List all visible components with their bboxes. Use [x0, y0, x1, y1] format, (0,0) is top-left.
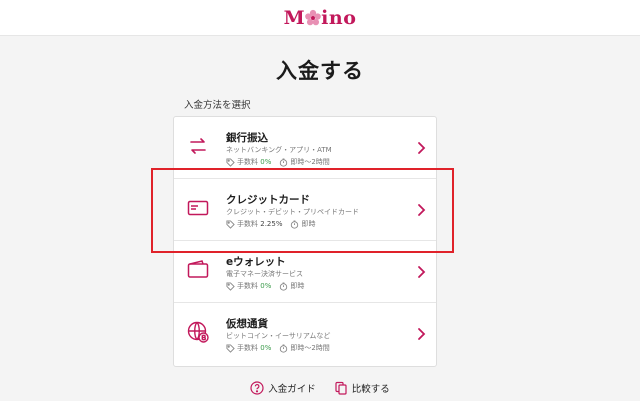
chevron-right-icon [418, 266, 426, 278]
chevron-right-icon [418, 328, 426, 340]
method-meta: 手数料 2.25% 即時 [226, 219, 315, 229]
logo[interactable]: M ino [284, 7, 357, 29]
chevron-right-icon [418, 142, 426, 154]
method-meta: 手数料 0% 即時〜2時間 [226, 157, 330, 167]
method-subtitle: 電子マネー決済サービス [226, 270, 303, 278]
sakura-logo-icon [305, 9, 321, 25]
timer-icon [280, 281, 288, 291]
method-title: 銀行振込 [226, 132, 268, 144]
help-icon [250, 381, 264, 395]
bank-transfer-icon [190, 138, 206, 154]
fee-value: 0% [260, 158, 272, 166]
method-ewallet[interactable]: eウォレット 電子マネー決済サービス 手数料 0% 即時 [174, 241, 436, 303]
deposit-guide-label: 入金ガイド [268, 384, 316, 395]
fee-label: 手数料 [237, 282, 258, 290]
method-title: eウォレット [226, 256, 286, 268]
fee-label: 手数料 [237, 220, 258, 228]
tag-icon [226, 343, 235, 353]
tag-icon [226, 281, 235, 291]
chevron-right-icon [418, 204, 426, 216]
tag-icon [226, 219, 235, 229]
method-subtitle: ネットバンキング・アプリ・ATM [226, 146, 332, 154]
time-label: 即時〜2時間 [290, 344, 330, 352]
method-title: 仮想通貨 [226, 318, 268, 330]
wallet-icon [187, 260, 209, 278]
credit-card-icon [187, 200, 209, 216]
fee-value: 2.25% [260, 220, 283, 228]
timer-icon [280, 343, 288, 353]
method-subtitle: クレジット・デビット・プリペイドカード [226, 208, 359, 216]
compare-icon [335, 381, 347, 395]
fee-value: 0% [260, 282, 272, 290]
payment-method-list: 銀行振込 ネットバンキング・アプリ・ATM 手数料 0% 即時〜2時間 クレジッ… [173, 116, 437, 367]
crypto-icon [187, 321, 209, 343]
time-label: 即時〜2時間 [290, 158, 330, 166]
fee-value: 0% [260, 344, 272, 352]
timer-icon [291, 219, 299, 229]
fee-label: 手数料 [237, 158, 258, 166]
tag-icon [226, 157, 235, 167]
top-bar: M ino [0, 0, 640, 36]
compare-link[interactable]: 比較する [334, 381, 390, 395]
footer-links: 入金ガイド 比較する [0, 381, 640, 395]
page-title: 入金する [276, 59, 364, 83]
method-crypto[interactable]: 仮想通貨 ビットコイン・イーサリアムなど 手数料 0% 即時〜2時間 [174, 303, 436, 367]
method-credit-card[interactable]: クレジットカード クレジット・デビット・プリペイドカード 手数料 2.25% 即… [174, 179, 436, 241]
time-label: 即時 [290, 282, 305, 290]
method-meta: 手数料 0% 即時〜2時間 [226, 343, 330, 353]
compare-label: 比較する [351, 384, 390, 395]
method-meta: 手数料 0% 即時 [226, 281, 304, 291]
section-label: 入金方法を選択 [184, 100, 251, 111]
method-bank-transfer[interactable]: 銀行振込 ネットバンキング・アプリ・ATM 手数料 0% 即時〜2時間 [174, 117, 436, 179]
deposit-guide-link[interactable]: 入金ガイド [250, 381, 316, 395]
fee-label: 手数料 [237, 344, 258, 352]
method-subtitle: ビットコイン・イーサリアムなど [226, 332, 331, 340]
time-label: 即時 [301, 220, 316, 228]
method-title: クレジットカード [226, 194, 310, 206]
timer-icon [280, 157, 288, 167]
